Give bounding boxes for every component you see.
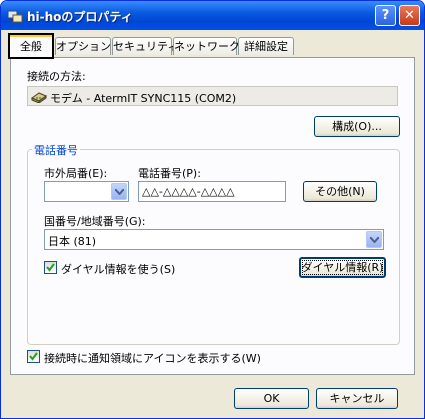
cancel-button[interactable]: キャンセル <box>316 388 398 409</box>
window-title: hi-hoのプロパティ <box>27 10 133 24</box>
chevron-down-icon <box>370 237 379 243</box>
phone-number-label: 電話番号(P): <box>138 167 201 180</box>
checkmark-icon <box>46 263 55 272</box>
use-dialing-rules-checkbox[interactable] <box>44 261 57 274</box>
phone-number-input[interactable]: △△-△△△△-△△△△ <box>138 181 286 202</box>
configure-button[interactable]: 構成(O)... <box>314 116 400 137</box>
connect-method-label: 接続の方法: <box>27 70 86 83</box>
country-code-label: 国番号/地域番号(G): <box>44 215 146 228</box>
device-list-item[interactable]: モデム - AtermIT SYNC115 (COM2) <box>27 86 398 106</box>
properties-dialog: hi-hoのプロパティ ? ✕ 全般 オプション セキュリティ ネットワーク 詳… <box>0 0 425 419</box>
title-bar[interactable]: hi-hoのプロパティ ? ✕ <box>1 1 424 30</box>
area-code-combo[interactable] <box>44 181 129 202</box>
tab-options[interactable]: オプション <box>55 37 111 55</box>
network-connection-icon <box>7 10 23 23</box>
general-tab-panel: 接続の方法: モデム - AtermIT SYNC115 (COM2) 構成(O… <box>10 57 415 375</box>
notify-icon-checkbox[interactable] <box>27 350 40 363</box>
phone-number-value: △△-△△△△-△△△△ <box>142 185 235 198</box>
tab-general[interactable]: 全般 <box>9 34 53 57</box>
modem-icon <box>31 92 47 103</box>
use-dialing-rules-label[interactable]: ダイヤル情報を使う(S) <box>61 261 175 277</box>
checkmark-icon <box>29 352 38 361</box>
country-code-combo[interactable]: 日本 (81) <box>44 229 384 250</box>
dialing-rules-button[interactable]: ダイヤル情報(R) <box>299 257 386 278</box>
device-name: モデム - AtermIT SYNC115 (COM2) <box>50 92 237 105</box>
phone-group-title: 電話番号 <box>32 142 80 158</box>
chevron-down-icon <box>115 189 124 195</box>
close-button[interactable]: ✕ <box>399 5 420 26</box>
area-code-label: 市外局番(E): <box>44 167 108 180</box>
tab-security[interactable]: セキュリティ <box>112 37 178 55</box>
country-code-dropdown-button[interactable] <box>366 231 382 248</box>
country-code-value: 日本 (81) <box>48 235 97 248</box>
other-numbers-button[interactable]: その他(N) <box>303 181 377 202</box>
tab-network[interactable]: ネットワーク <box>173 37 240 55</box>
help-button[interactable]: ? <box>375 5 396 26</box>
tab-advanced[interactable]: 詳細設定 <box>238 37 294 55</box>
tab-bar: 全般 オプション セキュリティ ネットワーク 詳細設定 <box>1 30 424 58</box>
notify-icon-label[interactable]: 接続時に通知領域にアイコンを表示する(W) <box>44 350 261 366</box>
area-code-dropdown-button[interactable] <box>111 183 127 200</box>
ok-button[interactable]: OK <box>234 388 309 409</box>
